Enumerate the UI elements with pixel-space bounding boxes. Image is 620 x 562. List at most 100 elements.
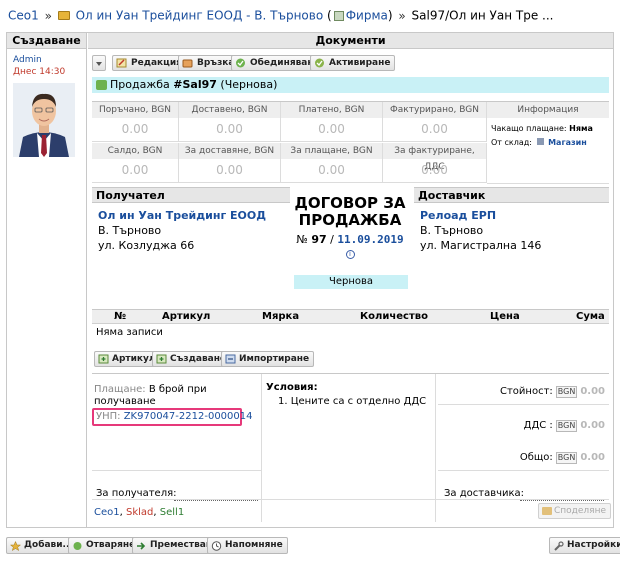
breadcrumb: Ceo1 » Ол ин Уан Трейдинг ЕООД - В. Търн… <box>8 8 612 26</box>
remind-button[interactable]: Напомняне <box>207 537 288 554</box>
items-header: № Артикул Мярка Количество Цена Сума <box>92 310 609 324</box>
total-ordered: Поръчано, BGN 0.00 <box>92 102 179 142</box>
add-button-label: Добави... <box>24 540 73 550</box>
folder-icon <box>57 11 70 20</box>
edit-button-label: Редакция <box>131 58 182 68</box>
conditions-area: Плащане: В брой при получаване УНП: ZK97… <box>92 373 609 523</box>
recipient-name-link[interactable]: Ол ин Уан Трейдинг ЕООД <box>98 209 290 222</box>
info-panel: Информация Чакащо плащане: Няма От склад… <box>487 102 609 184</box>
breadcrumb-paren-close: ) <box>387 8 393 23</box>
add-article-label: Артикул <box>112 354 156 364</box>
add-icon <box>98 354 109 364</box>
document-id: #Sal97 <box>173 78 217 91</box>
open-button[interactable]: Отваряне <box>68 537 141 554</box>
settings-button[interactable]: Настройки <box>549 537 620 554</box>
document-title-bar: Продажба #Sal97 (Чернова) <box>92 77 609 93</box>
breadcrumb-paren-open: ( <box>327 8 332 23</box>
avatar-image <box>13 83 75 157</box>
contract-status: Чернова <box>294 275 408 289</box>
col-price: Цена <box>490 311 520 322</box>
signature-sell-link[interactable]: Sell1 <box>160 507 184 518</box>
edit-button[interactable]: Редакция <box>112 55 187 71</box>
move-icon <box>136 541 147 551</box>
warehouse-link[interactable]: Магазин <box>548 138 587 147</box>
link-icon <box>182 58 193 68</box>
activate-icon <box>314 58 325 68</box>
share-label: Споделяне <box>554 506 607 516</box>
create-item-button[interactable]: Създаване <box>152 351 232 367</box>
supplier-header: Доставчик <box>414 187 609 203</box>
totals-grid: Поръчано, BGN 0.00 Доставено, BGN 0.00 П… <box>92 101 609 184</box>
breadcrumb-root-link[interactable]: Ceo1 <box>8 9 39 23</box>
remind-button-label: Напомняне <box>225 540 283 550</box>
total-balance: Салдо, BGN 0.00 <box>92 143 179 183</box>
summary-value: Стойност: BGN 0.00 <box>500 386 605 398</box>
check-icon <box>235 58 246 68</box>
total-to-pay: За плащане, BGN 0.00 <box>281 143 383 183</box>
col-number: № <box>114 311 127 322</box>
breadcrumb-company-link[interactable]: Ол ин Уан Трейдинг ЕООД - В. Търново <box>76 9 324 23</box>
recipient-signature-line <box>174 500 258 501</box>
star-icon <box>9 540 22 552</box>
summary-vat: ДДС : BGN 0.00 <box>523 420 605 432</box>
link-button-label: Връзка <box>197 58 235 68</box>
summary-total: Общо: BGN 0.00 <box>519 452 605 464</box>
breadcrumb-document: Sal97/Ол ин Уан Тре ... <box>411 8 554 23</box>
supplier-name-link[interactable]: Релоад ЕРП <box>420 209 609 222</box>
no-records-message: Няма записи <box>96 327 163 338</box>
recipient-block: Получател Ол ин Уан Трейдинг ЕООД В. Тър… <box>92 187 290 291</box>
from-warehouse: От склад: Магазин <box>491 138 587 147</box>
document-status: (Чернова) <box>220 78 278 91</box>
contract-title: ДОГОВОР ЗА ПРОДАЖБА <box>294 194 406 229</box>
contract-date: 11.09.2019 <box>337 233 404 246</box>
supplier-signature-label: За доставчика: <box>444 488 525 499</box>
creator-user-link[interactable]: Admin <box>13 55 42 65</box>
warehouse-icon <box>536 138 544 145</box>
open-icon <box>72 541 83 551</box>
recipient-city: В. Търново <box>98 224 162 237</box>
actions-dropdown-button[interactable] <box>92 55 106 71</box>
signature-sklad-link[interactable]: Sklad <box>126 507 153 518</box>
recipient-header: Получател <box>92 187 290 203</box>
items-table: № Артикул Мярка Количество Цена Сума Ням… <box>92 309 609 343</box>
approval-signatures: Ceo1, Sklad, Sell1 <box>94 507 185 518</box>
activate-button[interactable]: Активиране <box>310 55 396 71</box>
share-icon <box>542 507 552 515</box>
firm-icon <box>333 10 344 21</box>
col-quantity: Количество <box>360 311 428 322</box>
contract-block: ДОГОВОР ЗА ПРОДАЖБА № 97 / 11.09.2019 i … <box>290 187 410 291</box>
main-frame: Създаване Admin Днес 14:30 Документи Ред <box>6 32 614 528</box>
supplier-city: В. Търново <box>420 224 484 237</box>
total-invoiced: Фактурирано, BGN 0.00 <box>383 102 487 142</box>
avatar <box>13 83 75 157</box>
total-paid: Платено, BGN 0.00 <box>281 102 383 142</box>
info-icon[interactable]: i <box>345 250 355 259</box>
documents-header: Документи <box>88 33 613 49</box>
creator-time: Днес 14:30 <box>13 67 66 77</box>
contract-number: № 97 / 11.09.2019 <box>296 233 404 246</box>
documents-column: Документи Редакция Връзка Обединяване Ак… <box>88 33 613 527</box>
payment-method: Плащане: В брой при получаване <box>94 384 207 407</box>
open-button-label: Отваряне <box>86 540 136 550</box>
signature-ceo-link[interactable]: Ceo1 <box>94 507 120 518</box>
clock-icon <box>211 541 222 551</box>
import-label: Импортиране <box>239 354 310 364</box>
create-item-label: Създаване <box>170 354 227 364</box>
add-article-button[interactable]: Артикул <box>94 351 161 367</box>
total-delivered: Доставено, BGN 0.00 <box>179 102 281 142</box>
condition-item: 1. Цените са с отделно ДДС <box>278 396 427 407</box>
supplier-block: Доставчик Релоад ЕРП В. Търново ул. Маги… <box>414 187 609 291</box>
col-unit: Мярка <box>262 311 300 322</box>
activate-button-label: Активиране <box>329 58 391 68</box>
waiting-payment: Чакащо плащане: Няма <box>491 124 593 133</box>
share-button[interactable]: Споделяне <box>538 503 612 519</box>
recipient-signature-label: За получателя: <box>96 488 177 499</box>
unp-field[interactable]: УНП: ZK970047-2212-0000014 <box>92 408 253 426</box>
document-type: Продажба <box>110 78 170 91</box>
col-article: Артикул <box>162 311 211 322</box>
import-button[interactable]: Импортиране <box>221 351 315 367</box>
supplier-address: ул. Магистрална 146 <box>420 239 542 252</box>
recipient-address: ул. Козлуджа 66 <box>98 239 195 252</box>
breadcrumb-firm-link[interactable]: Фирма <box>346 9 388 23</box>
settings-button-label: Настройки <box>567 540 620 550</box>
